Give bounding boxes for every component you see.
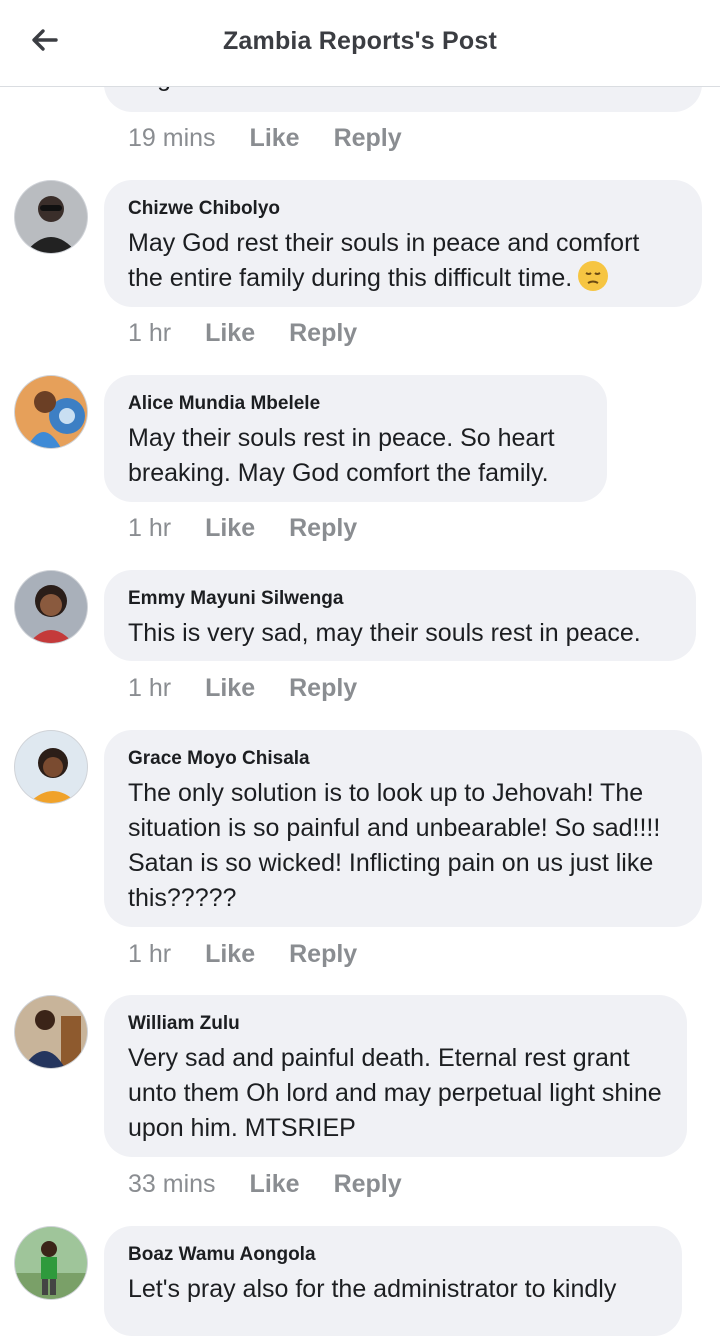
like-button[interactable]: Like <box>250 124 300 153</box>
comment-author[interactable]: Alice Mundia Mbelele <box>128 393 583 415</box>
comment-time: 1 hr <box>128 319 172 347</box>
comment-bubble: Boaz Wamu Aongola Let's pray also for th… <box>104 1226 682 1336</box>
comment-text: The only solution is to look up to Jehov… <box>128 779 661 912</box>
comment-time: 1 hr <box>128 674 172 702</box>
comment-time: 1 hr <box>128 514 172 542</box>
like-button[interactable]: Like <box>205 319 255 348</box>
comment-actions: 1 hr Like Reply <box>128 514 357 543</box>
page-title: Zambia Reports's Post <box>222 27 498 55</box>
comment-author[interactable]: Grace Moyo Chisala <box>128 748 678 770</box>
comment-actions: 1 hr Like Reply <box>128 319 357 348</box>
reply-button[interactable]: Reply <box>289 940 357 969</box>
avatar[interactable] <box>15 571 87 643</box>
comment-author[interactable]: Chizwe Chibolyo <box>128 198 678 220</box>
comment-bubble: Emmy Mayuni Silwenga This is very sad, m… <box>104 570 696 661</box>
comment-text: This is very sad, may their souls rest i… <box>128 619 641 647</box>
avatar[interactable] <box>15 996 87 1068</box>
avatar[interactable] <box>15 376 87 448</box>
like-button[interactable]: Like <box>205 940 255 969</box>
comment-author[interactable]: William Zulu <box>128 1013 663 1035</box>
pensive-face-icon <box>578 261 609 291</box>
comment-text: May God rest their souls in peace and co… <box>128 229 640 292</box>
comment-bubble: Chizwe Chibolyo May God rest their souls… <box>104 180 702 307</box>
reply-button[interactable]: Reply <box>289 514 357 543</box>
like-button[interactable]: Like <box>250 1170 300 1199</box>
avatar[interactable] <box>15 731 87 803</box>
comment-text: Let's pray also for the administrator to… <box>128 1275 617 1303</box>
like-button[interactable]: Like <box>205 674 255 703</box>
like-button[interactable]: Like <box>205 514 255 543</box>
comment-author[interactable]: Boaz Wamu Aongola <box>128 1244 658 1266</box>
comment-actions: 19 mins Like Reply <box>128 124 402 153</box>
avatar[interactable] <box>15 1227 87 1299</box>
comment-bubble: William Zulu Very sad and painful death.… <box>104 995 687 1157</box>
comment-bubble: Grace Moyo Chisala The only solution is … <box>104 730 702 927</box>
comment-time: 19 mins <box>128 124 216 152</box>
comment-actions: 1 hr Like Reply <box>128 674 357 703</box>
comment-time: 1 hr <box>128 940 172 968</box>
reply-button[interactable]: Reply <box>289 674 357 703</box>
reply-button[interactable]: Reply <box>289 319 357 348</box>
comment-actions: 1 hr Like Reply <box>128 940 357 969</box>
comment-feed: forgive us and heal our land. 19 mins Li… <box>0 0 720 1336</box>
comment-bubble: Alice Mundia Mbelele May their souls res… <box>104 375 607 502</box>
comment-time: 33 mins <box>128 1170 216 1198</box>
comment-text: Very sad and painful death. Eternal rest… <box>128 1044 662 1142</box>
comment-author[interactable]: Emmy Mayuni Silwenga <box>128 588 672 610</box>
comment-text: May their souls rest in peace. So heart … <box>128 424 555 487</box>
comment-actions: 33 mins Like Reply <box>128 1170 402 1199</box>
top-app-bar: Zambia Reports's Post <box>0 0 720 87</box>
comment-text-wrap: May God rest their souls in peace and co… <box>128 226 678 296</box>
reply-button[interactable]: Reply <box>334 1170 402 1199</box>
reply-button[interactable]: Reply <box>334 124 402 153</box>
avatar[interactable] <box>15 181 87 253</box>
